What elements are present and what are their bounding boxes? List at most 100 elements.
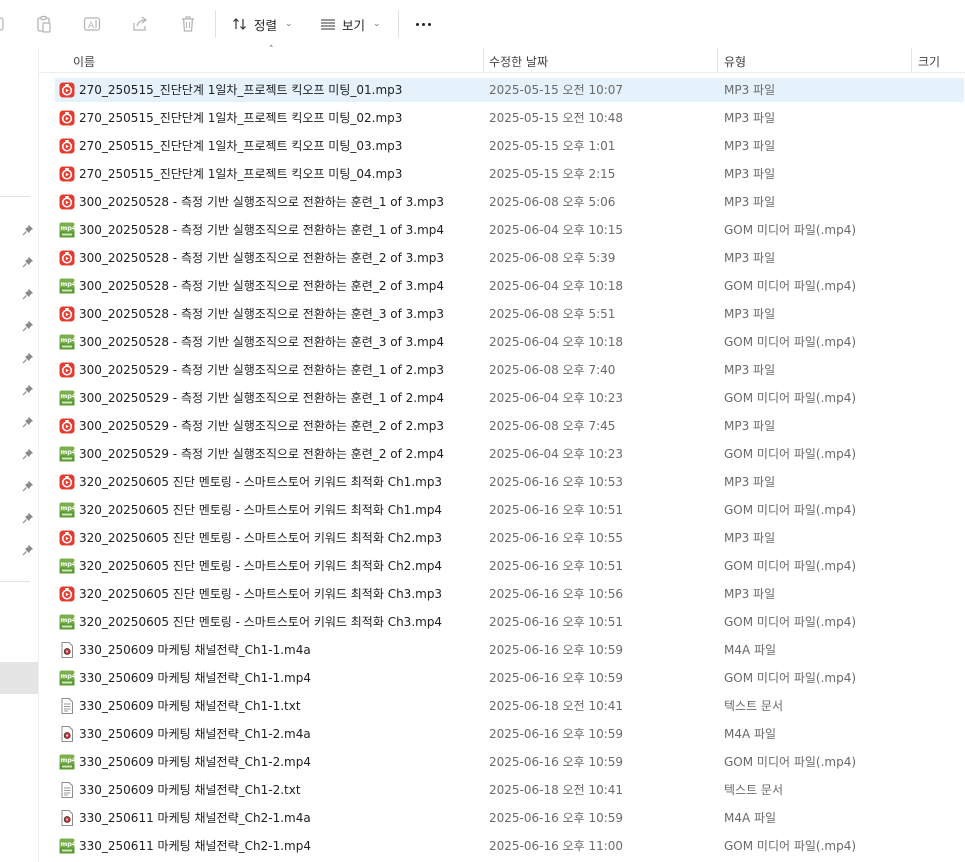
- chevron-down-icon: ⌄: [285, 19, 293, 29]
- file-name: 320_20250605 진단 멘토링 - 스마트스토어 키워드 최적화 Ch1…: [79, 503, 443, 517]
- column-header-type[interactable]: 유형: [724, 53, 746, 70]
- pin-icon[interactable]: [22, 512, 34, 524]
- file-row[interactable]: 320_20250605 진단 멘토링 - 스마트스토어 키워드 최적화 Ch2…: [55, 526, 964, 550]
- svg-text:mp4: mp4: [61, 672, 76, 680]
- file-name: 270_250515_진단단계 1일차_프로젝트 킥오프 미팅_01.mp3: [79, 83, 403, 97]
- file-row[interactable]: mp4 300_20250528 - 측정 기반 실행조직으로 전환하는 훈련_1…: [55, 218, 964, 242]
- file-row[interactable]: 270_250515_진단단계 1일차_프로젝트 킥오프 미팅_02.mp3 20…: [55, 106, 964, 130]
- pin-icon[interactable]: [22, 320, 34, 332]
- chevron-down-icon: ⌄: [373, 19, 381, 29]
- pin-icon[interactable]: [22, 352, 34, 364]
- file-row[interactable]: 300_20250529 - 측정 기반 실행조직으로 전환하는 훈련_2 of…: [55, 414, 964, 438]
- file-row[interactable]: mp4 320_20250605 진단 멘토링 - 스마트스토어 키워드 최적화 …: [55, 610, 964, 634]
- file-row[interactable]: 330_250609 마케팅 채널전략_Ch1-2.m4a 2025-06-16 …: [55, 722, 964, 746]
- file-row[interactable]: 320_20250605 진단 멘토링 - 스마트스토어 키워드 최적화 Ch3…: [55, 582, 964, 606]
- column-header-date[interactable]: 수정한 날짜: [489, 53, 548, 70]
- delete-icon[interactable]: [178, 14, 198, 34]
- svg-text:mp4: mp4: [61, 616, 76, 624]
- file-type: GOM 미디어 파일(.mp4): [724, 279, 857, 293]
- file-type: GOM 미디어 파일(.mp4): [724, 839, 857, 853]
- file-row[interactable]: 300_20250529 - 측정 기반 실행조직으로 전환하는 훈련_1 of…: [55, 358, 964, 382]
- pin-icon[interactable]: [22, 480, 34, 492]
- mp4-file-icon: mp4: [59, 334, 75, 350]
- more-options-button[interactable]: [412, 14, 434, 34]
- file-modified-date: 2025-06-04 오후 10:18: [489, 279, 624, 293]
- cut-icon[interactable]: [0, 14, 8, 34]
- file-row[interactable]: 270_250515_진단단계 1일차_프로젝트 킥오프 미팅_03.mp3 20…: [55, 134, 964, 158]
- column-divider[interactable]: [911, 48, 912, 72]
- file-name: 330_250609 마케팅 채널전략_Ch1-1.mp4: [79, 671, 311, 685]
- pin-icon[interactable]: [22, 416, 34, 428]
- file-name: 300_20250529 - 측정 기반 실행조직으로 전환하는 훈련_2 of…: [79, 419, 445, 433]
- pin-icon[interactable]: [22, 288, 34, 300]
- file-row[interactable]: 300_20250528 - 측정 기반 실행조직으로 전환하는 훈련_2 of…: [55, 246, 964, 270]
- rename-icon[interactable]: A: [82, 14, 102, 34]
- file-row[interactable]: 330_250609 마케팅 채널전략_Ch1-1.m4a 2025-06-16 …: [55, 638, 964, 662]
- file-row[interactable]: mp4 330_250609 마케팅 채널전략_Ch1-1.mp4 2025-06-…: [55, 666, 964, 690]
- file-name: 300_20250528 - 측정 기반 실행조직으로 전환하는 훈련_3 of…: [79, 307, 445, 321]
- file-row[interactable]: mp4 320_20250605 진단 멘토링 - 스마트스토어 키워드 최적화 …: [55, 554, 964, 578]
- mp3-file-icon: [59, 362, 75, 378]
- file-row[interactable]: mp4 330_250611 마케팅 채널전략_Ch2-1.mp4 2025-06-…: [55, 834, 964, 858]
- file-name: 330_250609 마케팅 채널전략_Ch1-2.txt: [79, 783, 301, 797]
- file-row[interactable]: mp4 300_20250528 - 측정 기반 실행조직으로 전환하는 훈련_3…: [55, 330, 964, 354]
- file-name: 320_20250605 진단 멘토링 - 스마트스토어 키워드 최적화 Ch2…: [79, 531, 443, 545]
- file-name: 270_250515_진단단계 1일차_프로젝트 킥오프 미팅_04.mp3: [79, 167, 403, 181]
- view-label: 보기: [342, 17, 366, 33]
- nav-divider: [0, 196, 30, 197]
- pin-icon[interactable]: [22, 384, 34, 396]
- file-row[interactable]: mp4 300_20250529 - 측정 기반 실행조직으로 전환하는 훈련_1…: [55, 386, 964, 410]
- file-row[interactable]: 330_250609 마케팅 채널전략_Ch1-2.txt 2025-06-18 …: [55, 778, 964, 802]
- file-name: 320_20250605 진단 멘토링 - 스마트스토어 키워드 최적화 Ch1…: [79, 475, 443, 489]
- file-row[interactable]: 320_20250605 진단 멘토링 - 스마트스토어 키워드 최적화 Ch1…: [55, 470, 964, 494]
- file-type: MP3 파일: [724, 531, 776, 545]
- file-modified-date: 2025-06-04 오후 10:15: [489, 223, 624, 237]
- mp3-file-icon: [59, 530, 75, 546]
- paste-icon[interactable]: [34, 14, 54, 34]
- file-list-pane: ˄ 이름 수정한 날짜 유형 크기 270_250515_진단단계 1일차_프로…: [38, 45, 965, 862]
- file-row[interactable]: 330_250609 마케팅 채널전략_Ch1-1.txt 2025-06-18 …: [55, 694, 964, 718]
- mp3-file-icon: [59, 474, 75, 490]
- file-row[interactable]: 270_250515_진단단계 1일차_프로젝트 킥오프 미팅_04.mp3 20…: [55, 162, 964, 186]
- file-name: 320_20250605 진단 멘토링 - 스마트스토어 키워드 최적화 Ch3…: [79, 587, 443, 601]
- share-icon[interactable]: [130, 14, 150, 34]
- nav-selected-item[interactable]: [0, 662, 38, 694]
- file-row[interactable]: 300_20250528 - 측정 기반 실행조직으로 전환하는 훈련_3 of…: [55, 302, 964, 326]
- file-modified-date: 2025-05-15 오전 10:07: [489, 83, 624, 97]
- more-dot-icon: [415, 22, 419, 26]
- file-type: MP3 파일: [724, 251, 776, 265]
- pin-icon[interactable]: [22, 448, 34, 460]
- pin-icon[interactable]: [22, 256, 34, 268]
- file-type: MP3 파일: [724, 363, 776, 377]
- file-row[interactable]: mp4 320_20250605 진단 멘토링 - 스마트스토어 키워드 최적화 …: [55, 498, 964, 522]
- file-modified-date: 2025-06-08 오후 5:51: [489, 307, 616, 321]
- sort-button[interactable]: 정렬 ⌄: [232, 12, 293, 36]
- file-row[interactable]: 270_250515_진단단계 1일차_프로젝트 킥오프 미팅_01.mp3 20…: [55, 78, 964, 102]
- file-row[interactable]: 300_20250528 - 측정 기반 실행조직으로 전환하는 훈련_1 of…: [55, 190, 964, 214]
- file-modified-date: 2025-06-04 오후 10:18: [489, 335, 624, 349]
- file-row[interactable]: mp4 330_250609 마케팅 채널전략_Ch1-2.mp4 2025-06-…: [55, 750, 964, 774]
- mp4-file-icon: mp4: [59, 446, 75, 462]
- m4a-file-icon: [59, 810, 75, 826]
- file-name: 300_20250528 - 측정 기반 실행조직으로 전환하는 훈련_1 of…: [79, 195, 445, 209]
- column-header-size[interactable]: 크기: [918, 53, 940, 70]
- file-row[interactable]: mp4 300_20250528 - 측정 기반 실행조직으로 전환하는 훈련_2…: [55, 274, 964, 298]
- file-type: MP3 파일: [724, 475, 776, 489]
- pin-icon[interactable]: [22, 224, 34, 236]
- column-divider[interactable]: [717, 48, 718, 72]
- toolbar-divider: [398, 10, 399, 38]
- column-header-name[interactable]: 이름: [73, 53, 95, 70]
- file-row[interactable]: 330_250611 마케팅 채널전략_Ch2-1.m4a 2025-06-16 …: [55, 806, 964, 830]
- file-type: MP3 파일: [724, 111, 776, 125]
- column-divider[interactable]: [483, 48, 484, 72]
- view-button[interactable]: 보기 ⌄: [320, 12, 381, 36]
- m4a-file-icon: [59, 726, 75, 742]
- file-type: M4A 파일: [724, 727, 777, 741]
- pin-icon[interactable]: [22, 544, 34, 556]
- file-name: 320_20250605 진단 멘토링 - 스마트스토어 키워드 최적화 Ch3…: [79, 615, 443, 629]
- file-type: GOM 미디어 파일(.mp4): [724, 615, 857, 629]
- view-icon: [321, 19, 335, 30]
- file-row[interactable]: mp4 300_20250529 - 측정 기반 실행조직으로 전환하는 훈련_2…: [55, 442, 964, 466]
- file-type: GOM 미디어 파일(.mp4): [724, 671, 857, 685]
- mp4-file-icon: mp4: [59, 558, 75, 574]
